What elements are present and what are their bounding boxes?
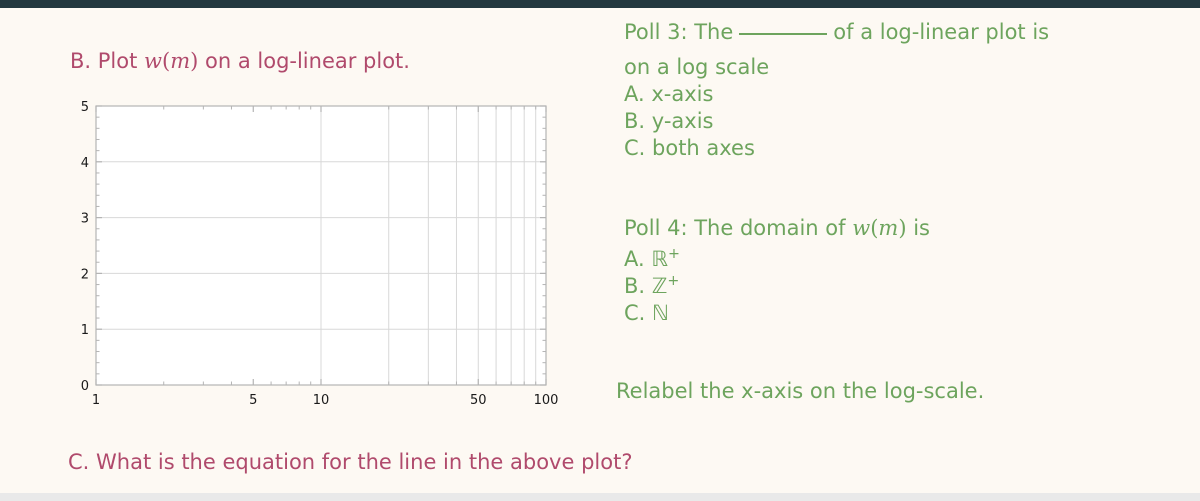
prompt-b-prefix: B. Plot xyxy=(70,49,145,73)
poll4-option-c-set-symbol: ℕ xyxy=(652,301,669,325)
poll3-option-c[interactable]: C. both axes xyxy=(624,136,755,160)
relabel-instruction: Relabel the x-axis on the log-scale. xyxy=(616,379,985,403)
poll3-option-b[interactable]: B. y-axis xyxy=(624,109,713,133)
y-tick-label: 4 xyxy=(81,156,89,171)
poll4-m-symbol: m xyxy=(878,216,899,240)
x-tick-label: 5 xyxy=(249,393,257,408)
x-tick-label: 1 xyxy=(92,393,100,408)
poll4-option-a-set-symbol: ℝ xyxy=(651,247,668,271)
poll4-paren-close: ) xyxy=(898,216,907,240)
y-tick-label: 5 xyxy=(81,100,89,115)
poll3-after-blank-text: of a log-linear plot is xyxy=(833,20,1050,44)
poll4-option-b[interactable]: B. ℤ+ xyxy=(624,273,679,298)
log-linear-plot-svg: 1 5 10 50 100012345 xyxy=(81,100,559,408)
y-tick-label: 3 xyxy=(81,212,89,227)
poll4-option-c[interactable]: C. ℕ xyxy=(624,300,669,325)
prompt-b-w-symbol: w xyxy=(144,49,162,73)
slide-canvas: B. Plot w(m) on a log-linear plot. Poll … xyxy=(0,0,1200,501)
y-tick-label: 2 xyxy=(81,267,89,282)
poll3-lead-text: Poll 3: The xyxy=(624,20,734,44)
log-linear-plot: 1 5 10 50 100 0 1 2 3 4 5 xyxy=(60,95,580,410)
poll3-blank-underline xyxy=(739,33,828,35)
poll4-option-b-set-symbol: ℤ xyxy=(651,274,668,298)
top-accent-bar xyxy=(0,0,1200,8)
prompt-b-m-symbol: m xyxy=(170,49,191,73)
poll4-option-a-label: A. xyxy=(624,247,652,271)
prompt-b: B. Plot w(m) on a log-linear plot. xyxy=(70,49,410,73)
poll4-option-b-superscript: + xyxy=(667,273,680,289)
poll4-option-c-label: C. xyxy=(624,301,653,325)
poll4-option-b-label: B. xyxy=(624,274,652,298)
prompt-b-paren-open: ( xyxy=(162,49,171,73)
bottom-accent-bar xyxy=(0,493,1200,501)
prompt-c: C. What is the equation for the line in … xyxy=(68,450,633,474)
poll4-w-symbol: w xyxy=(852,216,871,240)
poll4-question: Poll 4: The domain of w(m) is xyxy=(624,216,930,240)
poll4-option-a-superscript: + xyxy=(668,246,680,262)
y-tick-label: 0 xyxy=(81,379,89,394)
x-tick-label: 10 xyxy=(313,393,330,408)
x-tick-label: 100 xyxy=(534,393,559,408)
x-tick-label: 50 xyxy=(470,393,487,408)
poll4-option-a[interactable]: A. ℝ+ xyxy=(624,246,680,271)
poll4-trail-text: is xyxy=(906,216,930,240)
poll3-question-line2: on a log scale xyxy=(624,55,770,79)
poll3-question-line1: Poll 3: The of a log-linear plot is xyxy=(624,20,1049,44)
poll3-option-a[interactable]: A. x-axis xyxy=(624,82,713,106)
poll4-lead-text: Poll 4: The domain of xyxy=(624,216,853,240)
y-tick-label: 1 xyxy=(81,323,89,338)
prompt-b-suffix: on a log-linear plot. xyxy=(198,49,410,73)
